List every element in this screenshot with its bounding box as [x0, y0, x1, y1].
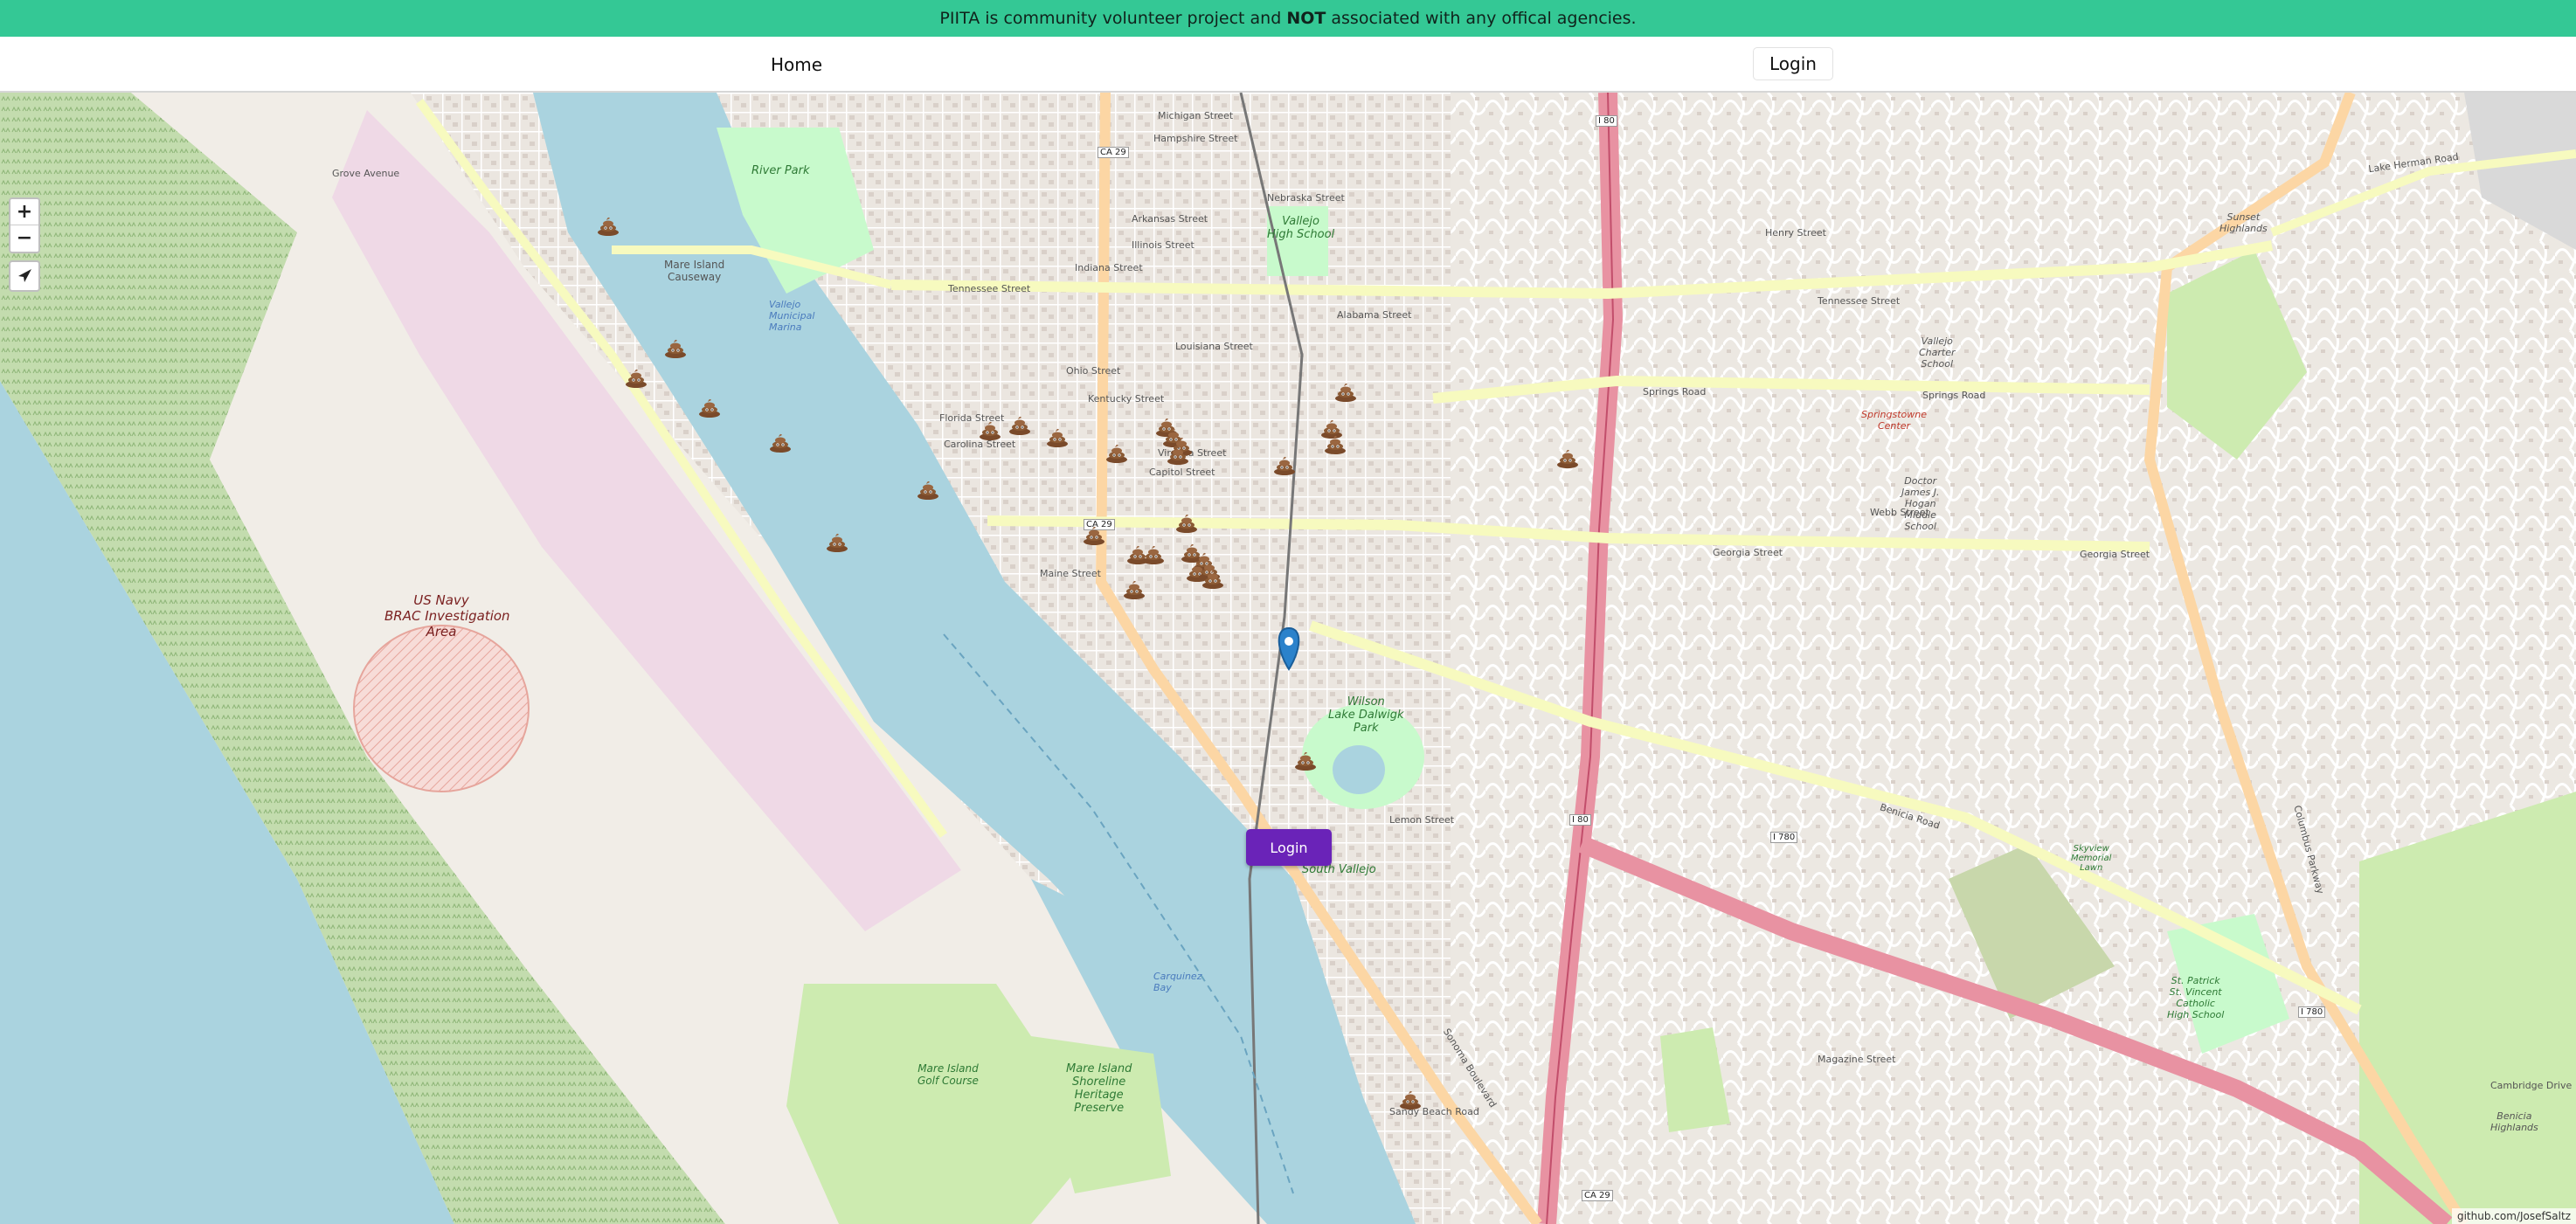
poo-marker-icon[interactable] — [979, 419, 1001, 440]
top-navbar: Home Login — [0, 37, 2576, 93]
label-springs-road-east: Springs Road — [1922, 390, 1986, 401]
shield-i80-north: I 80 — [1596, 115, 1617, 127]
poo-marker-icon[interactable] — [1334, 381, 1357, 402]
label-arkansas-street: Arkansas Street — [1132, 213, 1208, 225]
label-henry-street: Henry Street — [1765, 227, 1826, 239]
poo-marker-icon[interactable] — [1201, 568, 1224, 589]
label-us-navy: US Navy BRAC Investigation Area — [384, 592, 510, 640]
poo-marker-icon[interactable] — [1008, 414, 1031, 435]
label-preserve: Mare Island Shoreline Heritage Preserve — [1066, 1062, 1132, 1115]
poo-marker-icon[interactable] — [826, 531, 848, 552]
nav-login-button[interactable]: Login — [1753, 47, 1833, 80]
map-login-button[interactable]: Login — [1246, 829, 1332, 866]
label-river-park: River Park — [751, 164, 810, 177]
banner-text-before: PIITA is community volunteer project and — [939, 9, 1287, 28]
poo-marker-icon[interactable] — [1556, 447, 1579, 468]
locate-button[interactable] — [9, 260, 40, 292]
label-grove-avenue: Grove Avenue — [332, 168, 400, 179]
banner-text-bold: NOT — [1286, 9, 1326, 28]
map-attribution[interactable]: github.com/JosefSaltz — [2451, 1208, 2576, 1224]
label-skyview: Skyview Memorial Lawn — [2071, 844, 2112, 873]
poo-marker-icon[interactable] — [1046, 426, 1069, 447]
map-container[interactable]: US Navy BRAC Investigation Area Mare Islan… — [0, 93, 2576, 1224]
label-alabama-street: Alabama Street — [1337, 309, 1412, 321]
label-lemon-street: Lemon Street — [1389, 814, 1455, 826]
poo-marker-icon[interactable] — [1399, 1089, 1422, 1110]
label-hogan-school: Doctor James J. Hogan Middle School — [1901, 475, 1940, 532]
shield-ca29-north: CA 29 — [1098, 147, 1129, 158]
label-webb-street: Webb Street — [1870, 507, 1929, 518]
label-kentucky-street: Kentucky Street — [1088, 393, 1165, 405]
label-georgia-street: Georgia Street — [1713, 547, 1783, 558]
disclaimer-banner: PIITA is community volunteer project and… — [0, 0, 2576, 37]
zoom-in-button[interactable]: + — [10, 199, 38, 225]
poo-marker-icon[interactable] — [664, 337, 687, 358]
label-cambridge-drive: Cambridge Drive — [2490, 1080, 2573, 1091]
poo-marker-icon[interactable] — [1123, 578, 1146, 599]
label-st-vincent: St. Patrick St. Vincent Catholic High Schoo… — [2167, 975, 2225, 1020]
label-golf-course: Mare Island Golf Course — [918, 1062, 979, 1087]
banner-text-after: associated with any offical agencies. — [1326, 9, 1637, 28]
poo-marker-icon[interactable] — [769, 432, 792, 453]
label-benicia-highlands: Benicia Highlands — [2490, 1110, 2538, 1133]
label-magazine-street: Magazine Street — [1818, 1054, 1896, 1065]
shield-i80-south: I 80 — [1569, 814, 1591, 826]
label-tennessee-street-east: Tennessee Street — [1818, 295, 1901, 307]
label-michigan-street: Michigan Street — [1158, 110, 1234, 121]
label-ohio-street: Ohio Street — [1066, 365, 1121, 377]
label-illinois-street: Illinois Street — [1132, 239, 1195, 251]
poo-marker-icon[interactable] — [597, 215, 620, 236]
shield-i780-east: I 780 — [2298, 1006, 2326, 1018]
label-carquinez-bay: Carquinez Bay — [1153, 971, 1202, 993]
label-maine-street: Maine Street — [1040, 568, 1101, 579]
poo-marker-icon[interactable] — [1175, 512, 1198, 533]
label-wilson-lake: Wilson Lake Dalwigk Park — [1328, 695, 1404, 735]
shield-ca29-south: CA 29 — [1582, 1190, 1613, 1201]
label-hampshire-street: Hampshire Street — [1153, 133, 1238, 144]
home-link[interactable]: Home — [751, 49, 842, 80]
shield-i780: I 780 — [1770, 832, 1798, 843]
label-louisiana-street: Louisiana Street — [1175, 341, 1253, 352]
label-vallejo-charter: Vallejo Charter School — [1919, 335, 1956, 370]
label-vallejo-marina: Vallejo Municipal Marina — [769, 299, 815, 333]
poo-marker-icon[interactable] — [1273, 454, 1296, 475]
label-georgia-street-east: Georgia Street — [2080, 549, 2150, 560]
label-tennessee-street: Tennessee Street — [948, 283, 1031, 294]
poo-marker-icon[interactable] — [698, 397, 721, 418]
label-mare-island-causeway: Mare Island Causeway — [664, 259, 725, 283]
poo-marker-icon[interactable] — [625, 367, 647, 388]
poo-marker-icon[interactable] — [917, 479, 939, 500]
label-sunset-highlands: Sunset Highlands — [2219, 211, 2268, 234]
zoom-control: + − — [9, 197, 40, 253]
map-base-layer — [0, 93, 2576, 1224]
label-springstowne: Springstowne Center — [1861, 409, 1928, 432]
poo-marker-icon[interactable] — [1142, 543, 1165, 564]
zoom-out-button[interactable]: − — [10, 225, 38, 252]
locate-arrow-icon — [18, 269, 31, 282]
poo-marker-icon[interactable] — [1294, 750, 1317, 771]
label-springs-road: Springs Road — [1643, 386, 1707, 398]
label-indiana-street: Indiana Street — [1075, 262, 1143, 273]
label-capitol-street: Capitol Street — [1149, 467, 1215, 478]
poo-marker-icon[interactable] — [1167, 444, 1189, 465]
poo-marker-icon[interactable] — [1105, 442, 1128, 463]
poo-marker-icon[interactable] — [1324, 433, 1347, 454]
poo-marker-icon[interactable] — [1083, 524, 1105, 545]
label-nebraska-street: Nebraska Street — [1267, 192, 1345, 204]
label-vallejo-high-school: Vallejo High School — [1267, 215, 1335, 241]
